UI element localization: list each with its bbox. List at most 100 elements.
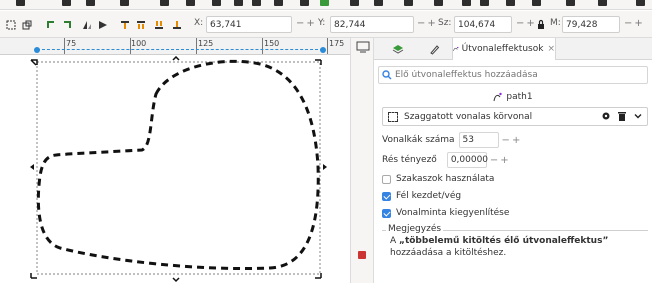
effect-item[interactable]: Szaggatott vonalas körvonal bbox=[382, 107, 648, 126]
dock-menu-icon[interactable] bbox=[356, 41, 370, 53]
rotate-cw-icon[interactable] bbox=[62, 20, 72, 30]
lower-to-bottom-icon[interactable] bbox=[172, 20, 182, 30]
gap-ratio-stepper[interactable]: −+ bbox=[490, 155, 511, 166]
tab-path-effects[interactable]: Útvonaleffektusok × bbox=[452, 38, 556, 60]
flip-vertical-icon[interactable] bbox=[98, 20, 108, 30]
status-indicator-icon bbox=[358, 251, 366, 259]
tool-icon[interactable] bbox=[62, 0, 71, 6]
height-stepper[interactable]: −+ bbox=[624, 18, 645, 29]
selection-range-indicator bbox=[37, 49, 323, 53]
use-segments-label: Szakaszok használata bbox=[396, 174, 495, 184]
path-effects-panel: Útvonaleffektusok × path1 Szaggatott von… bbox=[374, 38, 652, 283]
visibility-toggle-icon[interactable] bbox=[601, 111, 611, 122]
tool-icon[interactable] bbox=[350, 0, 359, 6]
chevron-down-icon[interactable] bbox=[633, 111, 643, 122]
scale-handle-s bbox=[172, 277, 180, 283]
tool-icon[interactable] bbox=[566, 0, 575, 6]
y-stepper[interactable]: −+ bbox=[417, 18, 438, 29]
height-field[interactable]: 79,428 bbox=[562, 16, 620, 33]
x-stepper[interactable]: −+ bbox=[296, 18, 317, 29]
tool-icon[interactable] bbox=[320, 0, 329, 6]
tool-icon[interactable] bbox=[404, 0, 413, 6]
ruler-label: 150 bbox=[264, 39, 280, 48]
dash-count-label: Vonalkák száma bbox=[382, 135, 455, 145]
raise-icon[interactable] bbox=[136, 20, 146, 30]
tool-icon[interactable] bbox=[160, 0, 169, 6]
search-input[interactable] bbox=[395, 70, 645, 80]
raise-to-top-icon[interactable] bbox=[120, 20, 130, 30]
tool-icon[interactable] bbox=[186, 0, 195, 6]
horizontal-ruler[interactable]: 75 100 125 150 175 bbox=[0, 38, 350, 55]
dashed-stroke-icon bbox=[388, 111, 398, 122]
tool-icon[interactable] bbox=[636, 0, 645, 6]
tool-icon[interactable] bbox=[86, 0, 95, 6]
x-field[interactable]: 63,741 bbox=[206, 16, 292, 33]
dash-count-stepper[interactable]: −+ bbox=[502, 135, 523, 146]
half-start-end-row[interactable]: Fél kezdet/vég bbox=[382, 187, 461, 205]
tool-icon[interactable] bbox=[462, 0, 471, 6]
selection-bounding-box bbox=[36, 61, 321, 275]
stroke-align-checkbox[interactable] bbox=[382, 208, 391, 218]
tool-icon[interactable] bbox=[480, 0, 489, 6]
dash-count-field[interactable]: 53 bbox=[458, 132, 499, 148]
effect-name: Szaggatott vonalas körvonal bbox=[404, 111, 533, 122]
scale-handle-e bbox=[323, 164, 327, 170]
select-all-icon[interactable] bbox=[6, 20, 16, 30]
lower-icon[interactable] bbox=[154, 20, 164, 30]
stroke-align-label: Vonalminta kiegyenlítése bbox=[396, 208, 510, 218]
lock-icon[interactable] bbox=[536, 19, 546, 29]
tool-icon[interactable] bbox=[598, 0, 607, 6]
top-toolbar bbox=[0, 0, 652, 10]
ruler-label: 100 bbox=[131, 39, 147, 48]
tool-icon[interactable] bbox=[252, 0, 261, 6]
selected-path-row: path1 bbox=[374, 89, 652, 105]
width-stepper[interactable]: −+ bbox=[516, 18, 537, 29]
scale-handle-w bbox=[30, 164, 34, 170]
rotate-ccw-icon[interactable] bbox=[46, 20, 56, 30]
tool-icon[interactable] bbox=[120, 0, 129, 6]
gap-ratio-row: Rés tényező 0,00000 −+ bbox=[382, 151, 511, 169]
flip-horizontal-icon[interactable] bbox=[82, 20, 92, 30]
note-frame: Megjegyzés bbox=[382, 224, 648, 234]
tool-icon[interactable] bbox=[274, 0, 283, 6]
ruler-label: 75 bbox=[66, 39, 77, 48]
tool-controls-bar: X: 63,741 −+ Y: 82,744 −+ Sz: 104,674 −+… bbox=[0, 11, 652, 38]
tool-icon[interactable] bbox=[300, 0, 309, 6]
tool-icon[interactable] bbox=[234, 0, 243, 6]
dock-tabs: Útvonaleffektusok × bbox=[374, 38, 652, 60]
tool-icon[interactable] bbox=[532, 0, 541, 6]
gap-ratio-label: Rés tényező bbox=[382, 155, 437, 165]
y-field[interactable]: 82,744 bbox=[330, 16, 414, 33]
ruler-label: 125 bbox=[198, 39, 214, 48]
path-icon bbox=[493, 92, 503, 102]
half-start-end-checkbox[interactable] bbox=[382, 191, 391, 201]
tab-xml-editor[interactable] bbox=[418, 38, 450, 60]
width-label: Sz: bbox=[438, 18, 452, 28]
tool-icon[interactable] bbox=[506, 0, 515, 6]
close-tab-icon[interactable]: × bbox=[547, 44, 555, 54]
selection-start-marker bbox=[34, 47, 40, 53]
use-segments-checkbox[interactable] bbox=[382, 174, 391, 184]
gap-ratio-field[interactable]: 0,00000 bbox=[446, 152, 488, 168]
scale-handle-nw bbox=[30, 59, 38, 66]
delete-effect-icon[interactable] bbox=[617, 111, 627, 122]
stroke-align-row[interactable]: Vonalminta kiegyenlítése bbox=[382, 204, 509, 222]
width-field[interactable]: 104,674 bbox=[454, 16, 512, 33]
select-in-layers-icon[interactable] bbox=[22, 20, 32, 30]
add-effect-search[interactable] bbox=[378, 66, 648, 84]
tab-layers[interactable] bbox=[378, 38, 418, 60]
note-title: Megjegyzés bbox=[386, 224, 444, 234]
tool-icon[interactable] bbox=[16, 0, 25, 6]
path-effects-icon bbox=[453, 46, 459, 51]
tool-icon[interactable] bbox=[212, 0, 221, 6]
note-bold-text: „többelemű kitöltés élő útvonaleffektus” bbox=[399, 236, 609, 246]
drawing-canvas[interactable] bbox=[0, 56, 350, 283]
canvas-artwork bbox=[30, 56, 327, 283]
use-segments-row[interactable]: Szakaszok használata bbox=[382, 170, 494, 188]
tool-icon[interactable] bbox=[434, 0, 443, 6]
search-icon bbox=[382, 70, 392, 80]
ruler-label: 175 bbox=[329, 39, 345, 48]
dock-splitter bbox=[350, 38, 374, 283]
scale-handle-n bbox=[172, 56, 180, 61]
tool-icon[interactable] bbox=[374, 0, 383, 6]
